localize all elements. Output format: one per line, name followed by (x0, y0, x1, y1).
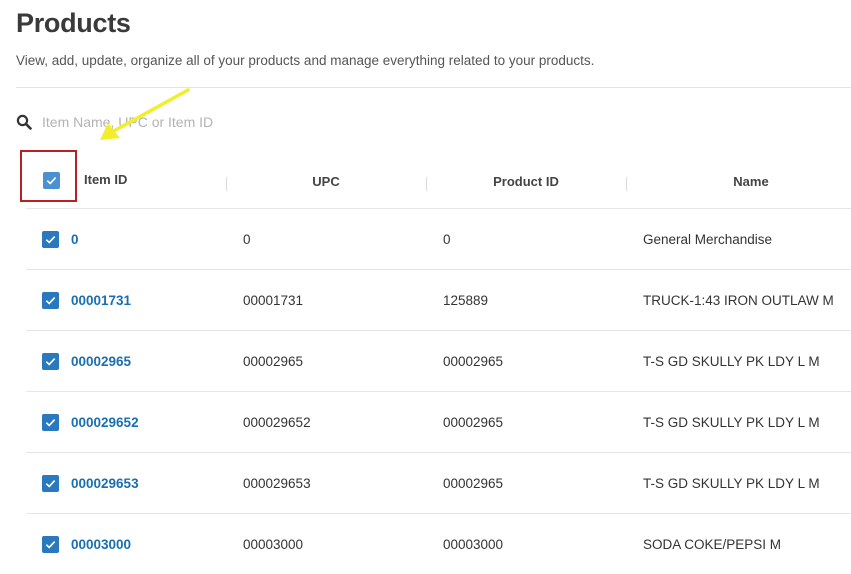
name-cell: T-S GD SKULLY PK LDY L M (643, 353, 820, 369)
column-header-product-id[interactable]: Product ID (426, 155, 626, 208)
table-row[interactable]: 0 0 0 General Merchandise (26, 209, 851, 270)
column-header-name[interactable]: Name (626, 155, 851, 208)
table-header: Item ID UPC Product ID Name (20, 150, 851, 209)
name-cell: T-S GD SKULLY PK LDY L M (643, 414, 820, 430)
table-row[interactable]: 000029653 000029653 00002965 T-S GD SKUL… (26, 453, 851, 514)
item-id-link[interactable]: 0 (71, 209, 79, 269)
product-id-cell: 00002965 (443, 414, 504, 430)
upc-cell: 00003000 (243, 536, 304, 552)
item-id-link[interactable]: 00003000 (71, 514, 131, 574)
column-header-item-id[interactable]: Item ID (84, 153, 127, 206)
upc-cell: 00002965 (243, 353, 304, 369)
upc-cell: 0 (243, 231, 251, 247)
product-id-cell: 00002965 (443, 475, 504, 491)
checkmark-icon (45, 296, 56, 305)
products-table: Item ID UPC Product ID Name 0 0 0 Genera… (20, 150, 851, 574)
row-checkbox[interactable] (42, 475, 59, 492)
item-id-link[interactable]: 00002965 (71, 331, 131, 391)
table-row[interactable]: 000029652 000029652 00002965 T-S GD SKUL… (26, 392, 851, 453)
name-cell: T-S GD SKULLY PK LDY L M (643, 475, 820, 491)
table-row[interactable]: 00002965 00002965 00002965 T-S GD SKULLY… (26, 331, 851, 392)
product-id-cell: 0 (443, 231, 451, 247)
page-title: Products (16, 8, 131, 38)
page-subtitle: View, add, update, organize all of your … (16, 53, 595, 68)
product-id-cell: 00003000 (443, 536, 504, 552)
checkmark-icon (45, 418, 56, 427)
upc-cell: 000029652 (243, 414, 311, 430)
column-header-upc[interactable]: UPC (226, 155, 426, 208)
upc-cell: 00001731 (243, 292, 304, 308)
upc-cell: 000029653 (243, 475, 311, 491)
checkmark-icon (45, 479, 56, 488)
item-id-link[interactable]: 000029653 (71, 453, 139, 513)
name-cell: General Merchandise (643, 231, 773, 247)
name-cell: SODA COKE/PEPSI M (643, 536, 782, 552)
checkmark-icon (45, 357, 56, 366)
row-checkbox[interactable] (42, 536, 59, 553)
item-id-link[interactable]: 000029652 (71, 392, 139, 452)
search-icon[interactable] (16, 114, 32, 130)
table-row[interactable]: 00003000 00003000 00003000 SODA COKE/PEP… (26, 514, 851, 574)
name-cell: TRUCK-1:43 IRON OUTLAW M (643, 292, 834, 308)
highlight-annotation-box (20, 150, 77, 202)
row-checkbox[interactable] (42, 231, 59, 248)
item-id-link[interactable]: 00001731 (71, 270, 131, 330)
checkmark-icon (45, 540, 56, 549)
checkmark-icon (45, 235, 56, 244)
row-checkbox[interactable] (42, 414, 59, 431)
row-checkbox[interactable] (42, 353, 59, 370)
product-id-cell: 125889 (443, 292, 489, 308)
table-row[interactable]: 00001731 00001731 125889 TRUCK-1:43 IRON… (26, 270, 851, 331)
row-checkbox[interactable] (42, 292, 59, 309)
arrow-icon (100, 88, 190, 140)
product-id-cell: 00002965 (443, 353, 504, 369)
